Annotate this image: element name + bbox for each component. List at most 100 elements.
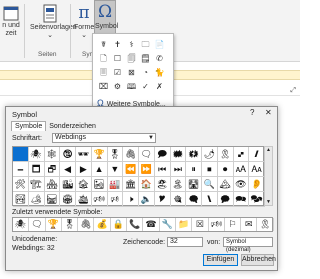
symbol-cell[interactable]: 🗰 <box>170 147 187 162</box>
symbol-cell[interactable]: 🏭 <box>107 177 124 192</box>
symbol-cell[interactable]: 🗚 <box>233 162 250 177</box>
page-templates-button[interactable]: Seitenvorlagen ⌄ <box>30 4 77 40</box>
symbol-cell[interactable]: 🛳 <box>76 192 92 207</box>
symbol-cell[interactable]: 🏝 <box>170 177 187 192</box>
symbol-cell[interactable]: 🎖 <box>107 147 124 162</box>
dropdown-symbol-item[interactable]: ✝ <box>111 38 124 51</box>
recent-symbol-cell[interactable]: 💰 <box>94 218 111 231</box>
recent-symbol-cell[interactable]: 🗨 <box>29 218 46 231</box>
dropdown-symbol-item[interactable]: 🗋 <box>97 52 110 65</box>
scroll-up-icon[interactable]: ▲ <box>265 147 272 153</box>
symbol-cell[interactable]: 🙼 <box>249 147 265 162</box>
dropdown-symbol-item[interactable]: 🐈 <box>153 66 166 79</box>
symbol-button[interactable]: Ω Symbol <box>94 0 118 34</box>
recent-symbol-cell[interactable]: 🕬 <box>209 218 225 231</box>
recent-symbol-cell[interactable]: ⚐ <box>225 218 242 231</box>
dropdown-symbol-item[interactable]: 🕮 <box>125 80 138 93</box>
dropdown-symbol-item[interactable]: 🗀 <box>139 38 152 51</box>
recent-symbol-cell[interactable]: 🏆 <box>46 218 62 231</box>
symbol-cell[interactable]: 🏕 <box>28 192 45 207</box>
symbol-cell[interactable]: 🗨 <box>139 147 155 162</box>
symbol-cell[interactable]: ⏪ <box>123 162 139 177</box>
symbol-cell[interactable]: 🎗 <box>217 147 234 162</box>
symbol-cell[interactable]: 🛣 <box>186 177 202 192</box>
from-select[interactable]: Symbol (dezimal) <box>223 237 273 253</box>
symbol-cell[interactable]: 🗱 <box>186 147 202 162</box>
recent-symbol-cell[interactable]: 🖇 <box>78 218 95 231</box>
symbol-cell[interactable]: 🗖 <box>28 162 45 177</box>
dropdown-symbol-item[interactable]: ⌧ <box>97 80 110 93</box>
symbol-grid-scrollbar[interactable]: ▲ ▼ <box>264 146 273 206</box>
symbol-cell[interactable]: 🏘 <box>44 177 61 192</box>
symbol-cell[interactable] <box>13 147 29 162</box>
scroll-down-icon[interactable]: ▼ <box>265 199 272 205</box>
dropdown-symbol-item[interactable]: ⊠ <box>125 66 138 79</box>
symbol-cell[interactable]: 🗭 <box>217 192 234 207</box>
symbol-cell[interactable]: ⏸ <box>186 162 202 177</box>
dropdown-symbol-item[interactable]: ⚙ <box>111 80 124 93</box>
symbol-cell[interactable]: 🙽 <box>202 192 218 207</box>
dropdown-symbol-item[interactable]: 🗏 <box>97 66 110 79</box>
dropdown-symbol-item[interactable]: ☐ <box>111 52 124 65</box>
symbol-cell[interactable]: 🕲 <box>60 147 76 162</box>
symbol-cell[interactable]: 🕨 <box>123 192 139 207</box>
symbol-cell[interactable]: 🏟 <box>60 192 76 207</box>
char-code-input[interactable]: 32 <box>167 237 203 247</box>
symbol-cell[interactable]: 🏛 <box>123 177 139 192</box>
symbol-cell[interactable]: 🏙 <box>60 177 76 192</box>
formula-button[interactable]: π Formel ⌄ <box>74 2 96 40</box>
symbol-cell[interactable]: ⏭ <box>170 162 187 177</box>
cancel-button[interactable]: Abbrechen <box>241 254 276 266</box>
dropdown-symbol-item[interactable]: ☤ <box>97 38 110 51</box>
symbol-cell[interactable]: 🛤 <box>44 192 61 207</box>
recent-symbol-cell[interactable]: 🔒 <box>111 218 128 231</box>
dropdown-symbol-item[interactable]: ✗ <box>153 80 166 93</box>
symbol-cell[interactable]: ▼ <box>107 162 124 177</box>
symbol-cell[interactable]: 🖇 <box>123 147 139 162</box>
symbol-cell[interactable]: ◀ <box>60 162 76 177</box>
recent-symbol-cell[interactable]: 🕷 <box>13 218 30 231</box>
expand-icon[interactable]: ⤢ <box>290 87 296 95</box>
dropdown-symbol-item[interactable]: ✓ <box>139 80 152 93</box>
symbol-cell[interactable]: ▲ <box>91 162 108 177</box>
symbol-cell[interactable]: 🏞 <box>13 192 29 207</box>
recent-symbol-cell[interactable]: ☎ <box>143 218 160 231</box>
recent-symbol-cell[interactable]: ✉ <box>241 218 258 231</box>
symbol-cell[interactable]: ⏺ <box>217 162 234 177</box>
symbol-cell[interactable]: 🎕 <box>170 192 187 207</box>
symbol-cell[interactable]: 🏠 <box>139 177 155 192</box>
symbol-cell[interactable]: 🕫 <box>107 192 124 207</box>
symbol-cell[interactable]: 🗛 <box>249 162 265 177</box>
symbol-cell[interactable]: 🛠 <box>13 177 29 192</box>
symbol-cell[interactable]: 🏗 <box>28 177 45 192</box>
symbol-cell[interactable]: 🏆 <box>91 147 108 162</box>
symbol-cell[interactable]: 🎔 <box>154 192 171 207</box>
date-time-button[interactable]: n und zeit <box>0 4 22 38</box>
tab-symbols[interactable]: Symbole <box>11 121 47 131</box>
dropdown-symbol-item[interactable]: ◔ <box>139 66 152 79</box>
chevron-down-icon[interactable]: ▼ <box>148 134 154 142</box>
symbol-cell[interactable]: 🕬 <box>91 192 108 207</box>
tab-special-characters[interactable]: Sonderzeichen <box>46 122 99 131</box>
dropdown-symbol-item[interactable]: ☑ <box>111 66 124 79</box>
dropdown-symbol-item[interactable]: 🗒 <box>139 52 152 65</box>
symbol-cell[interactable]: 🕷 <box>28 147 45 162</box>
recent-symbol-cell[interactable]: 🔧 <box>160 218 176 231</box>
recent-symbol-cell[interactable]: 📁 <box>176 218 193 231</box>
recent-symbol-cell[interactable]: 📞 <box>127 218 144 231</box>
symbol-cell[interactable]: 🗬 <box>186 192 202 207</box>
dropdown-symbol-item[interactable]: 📄 <box>153 38 166 51</box>
recent-symbol-cell[interactable]: 🎗 <box>257 218 274 231</box>
symbol-cell[interactable]: ▶ <box>76 162 92 177</box>
symbol-cell[interactable]: ⏹ <box>202 162 218 177</box>
dropdown-symbol-item[interactable]: ⚕ <box>125 38 138 51</box>
symbol-cell[interactable]: 🔈 <box>139 192 155 207</box>
symbol-cell[interactable]: 🏚 <box>76 177 92 192</box>
symbol-cell[interactable]: 🏖 <box>154 177 171 192</box>
recent-symbol-cell[interactable]: 🎖 <box>62 218 79 231</box>
font-select[interactable]: Webdings ▼ <box>52 133 156 143</box>
symbol-cell[interactable]: 🕸 <box>44 147 61 162</box>
close-button[interactable]: ✕ <box>265 108 272 117</box>
symbol-cell[interactable]: 👂 <box>249 177 265 192</box>
recent-symbol-cell[interactable]: ☒ <box>192 218 209 231</box>
